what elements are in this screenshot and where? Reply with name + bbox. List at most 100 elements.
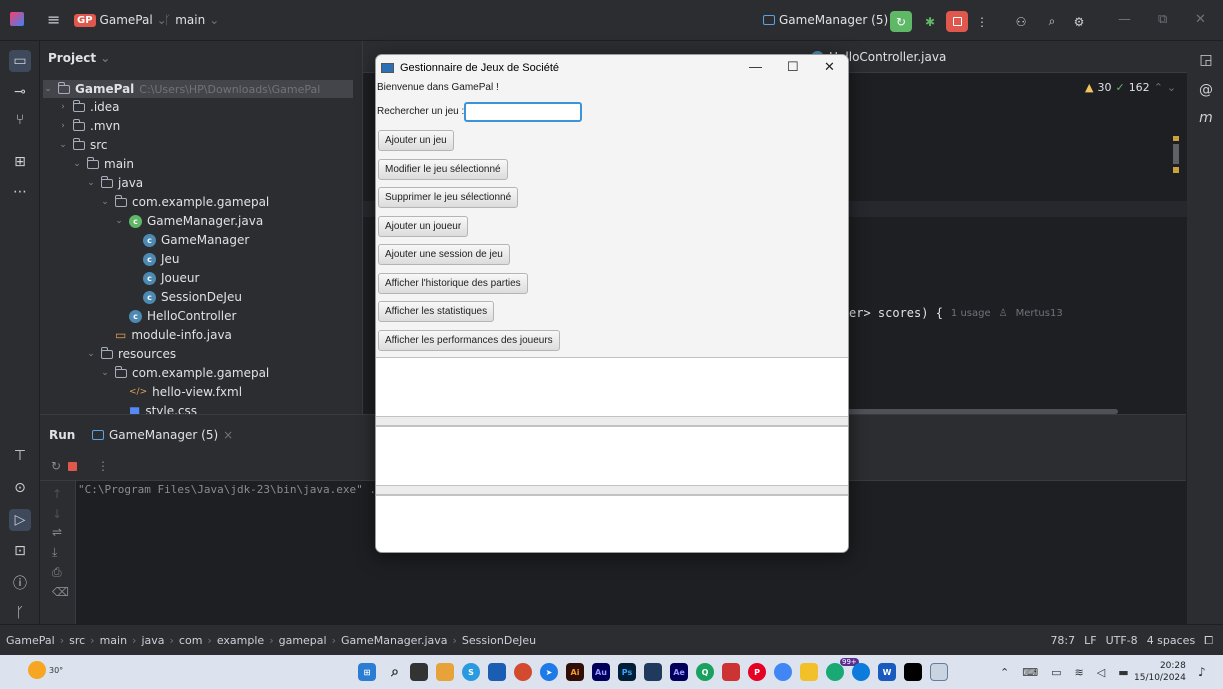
task-view-icon[interactable] <box>410 663 428 681</box>
search-icon[interactable]: ⌕ <box>1042 11 1062 32</box>
print-icon[interactable]: ⎙ <box>52 565 62 580</box>
scroll-to-end-icon[interactable]: ⤓ <box>52 545 57 560</box>
sessions-list[interactable] <box>376 495 848 552</box>
after-effects-icon[interactable]: Ae <box>670 663 688 681</box>
app-icon[interactable]: Q <box>696 663 714 681</box>
tree-item[interactable]: c SessionDeJeu <box>128 288 242 306</box>
intellij-icon[interactable] <box>904 663 922 681</box>
build-tool-icon[interactable]: ⊤ <box>9 445 31 467</box>
maven-icon[interactable]: m <box>1195 107 1217 129</box>
problems-tool-icon[interactable]: ⓘ <box>9 572 31 594</box>
readonly-lock-icon[interactable]: ⧠ <box>1204 634 1213 648</box>
chrome-icon[interactable] <box>774 663 792 681</box>
store-icon[interactable] <box>488 663 506 681</box>
maximize-icon[interactable]: ☐ <box>787 59 799 75</box>
pinterest-icon[interactable]: P <box>748 663 766 681</box>
start-icon[interactable]: ⊞ <box>358 663 376 681</box>
search-input[interactable] <box>464 102 582 122</box>
ide-logo-icon[interactable] <box>10 12 24 26</box>
chevron-up-icon[interactable]: ⌃ <box>1000 666 1009 679</box>
tree-item[interactable]: c Jeu <box>128 250 180 268</box>
games-list[interactable] <box>376 357 848 417</box>
wifi-icon[interactable]: ≋ <box>1075 666 1084 679</box>
add-user-icon[interactable]: ⚇ <box>1011 11 1031 32</box>
pull-requests-icon[interactable]: ⑂ <box>9 109 31 131</box>
debug-button[interactable]: ✱ <box>919 11 941 32</box>
minimize-icon[interactable]: — <box>749 59 762 74</box>
project-switcher[interactable]: GP GamePal ⌄ <box>74 13 167 27</box>
line-separator[interactable]: LF <box>1084 634 1096 648</box>
app-icon[interactable] <box>722 663 740 681</box>
branch-switcher[interactable]: ᚴ main ⌄ <box>164 13 219 27</box>
keyboard-icon[interactable]: ⌨ <box>1022 666 1038 679</box>
clear-icon[interactable]: ⌫ <box>52 585 69 599</box>
dialog-action-button[interactable]: Afficher l'historique des parties <box>378 273 528 294</box>
tree-item[interactable]: ⌄ main <box>72 155 134 173</box>
breadcrumb-item[interactable]: src <box>69 634 85 647</box>
weather-widget[interactable]: 30° <box>28 661 63 679</box>
skype-icon[interactable]: S <box>462 663 480 681</box>
tree-item[interactable]: › .mvn <box>58 117 120 135</box>
ai-assistant-icon[interactable]: @ <box>1195 79 1217 101</box>
dialog-action-button[interactable]: Modifier le jeu sélectionné <box>378 159 508 180</box>
word-icon[interactable]: W <box>878 663 896 681</box>
dialog-action-button[interactable]: Afficher les performances des joueurs <box>378 330 560 351</box>
tree-item[interactable]: c Joueur <box>128 269 199 287</box>
usage-hint[interactable]: 1 usage <box>951 308 991 319</box>
photoshop-icon[interactable]: Ps <box>618 663 636 681</box>
scroll-down-icon[interactable]: ↓ <box>52 507 62 521</box>
close-icon[interactable]: ✕ <box>1195 12 1206 27</box>
dialog-action-button[interactable]: Afficher les statistiques <box>378 301 495 322</box>
audition-icon[interactable]: Au <box>592 663 610 681</box>
project-panel-header[interactable]: Project ⌄ <box>48 51 110 65</box>
dialog-action-button[interactable]: Supprimer le jeu sélectionné <box>378 187 519 208</box>
dialog-action-button[interactable]: Ajouter un jeu <box>378 130 454 151</box>
tree-item[interactable]: ⌄ com.example.gamepal <box>100 193 269 211</box>
notifications-icon[interactable]: ◲ <box>1195 49 1217 71</box>
breadcrumb-item[interactable]: example <box>217 634 264 647</box>
author-hint[interactable]: Mertus13 <box>1016 308 1063 319</box>
illustrator-icon[interactable]: Ai <box>566 663 584 681</box>
more-icon[interactable]: ⋮ <box>97 459 109 473</box>
more-actions-button[interactable]: ⋮ <box>975 11 989 32</box>
soft-wrap-icon[interactable]: ⇌ <box>52 525 62 539</box>
restore-icon[interactable]: ⧉ <box>1158 12 1167 27</box>
dialog-action-button[interactable]: Ajouter un joueur <box>378 216 469 237</box>
inspection-widget[interactable]: ▲ 30 ✓ 162 ⌃ ⌄ <box>1085 81 1176 94</box>
run-config-selector[interactable]: GameManager (5) ⌄ <box>763 13 902 27</box>
players-list[interactable] <box>376 426 848 486</box>
file-explorer-icon[interactable] <box>800 663 818 681</box>
commit-tool-icon[interactable]: ⊸ <box>9 81 31 103</box>
tree-item[interactable]: ⌄ c GameManager.java <box>114 212 263 230</box>
tree-item[interactable]: ▭ module-info.java <box>100 326 232 344</box>
stop-icon[interactable] <box>68 462 77 471</box>
widgets-icon[interactable] <box>436 663 454 681</box>
tree-item[interactable]: ⌄ resources <box>86 345 176 363</box>
volume-icon[interactable]: ◁ <box>1097 666 1105 679</box>
telegram-icon[interactable]: ➤ <box>540 663 558 681</box>
breadcrumb-item[interactable]: gamepal <box>279 634 327 647</box>
breadcrumb-item[interactable]: main <box>100 634 127 647</box>
run-tab[interactable]: GameManager (5) × <box>92 428 233 442</box>
dialog-action-button[interactable]: Ajouter une session de jeu <box>378 244 510 265</box>
clock[interactable]: 20:28 15/10/2024 <box>1134 660 1186 684</box>
app-icon[interactable] <box>514 663 532 681</box>
close-icon[interactable]: ✕ <box>824 59 835 75</box>
search-icon[interactable]: ⌕ <box>386 663 404 681</box>
tree-item[interactable]: c HelloController <box>114 307 236 325</box>
services-tool-icon[interactable]: ⊙ <box>9 477 31 499</box>
battery-icon[interactable]: ▬ <box>1118 666 1128 679</box>
code-line[interactable]: er> scores) { 1 usage ♙ Mertus13 <box>849 306 1063 320</box>
settings-gear-icon[interactable]: ⚙ <box>1069 11 1089 32</box>
tree-item[interactable]: ⌄ src <box>58 136 108 154</box>
tree-root[interactable]: ⌄ GamePal C:\Users\HP\Downloads\GamePal <box>43 80 353 98</box>
caret-position[interactable]: 78:7 <box>1050 634 1075 648</box>
terminal-tool-icon[interactable]: ⊡ <box>9 540 31 562</box>
breadcrumb-item[interactable]: GameManager.java <box>341 634 448 647</box>
rerun-icon[interactable]: ↻ <box>51 459 61 473</box>
close-tab-icon[interactable]: × <box>223 428 233 442</box>
main-menu-icon[interactable]: ≡ <box>47 10 60 29</box>
display-icon[interactable]: ▭ <box>1051 666 1061 679</box>
java-app-icon[interactable] <box>930 663 948 681</box>
notification-bell-icon[interactable]: ♪ <box>1198 665 1206 679</box>
